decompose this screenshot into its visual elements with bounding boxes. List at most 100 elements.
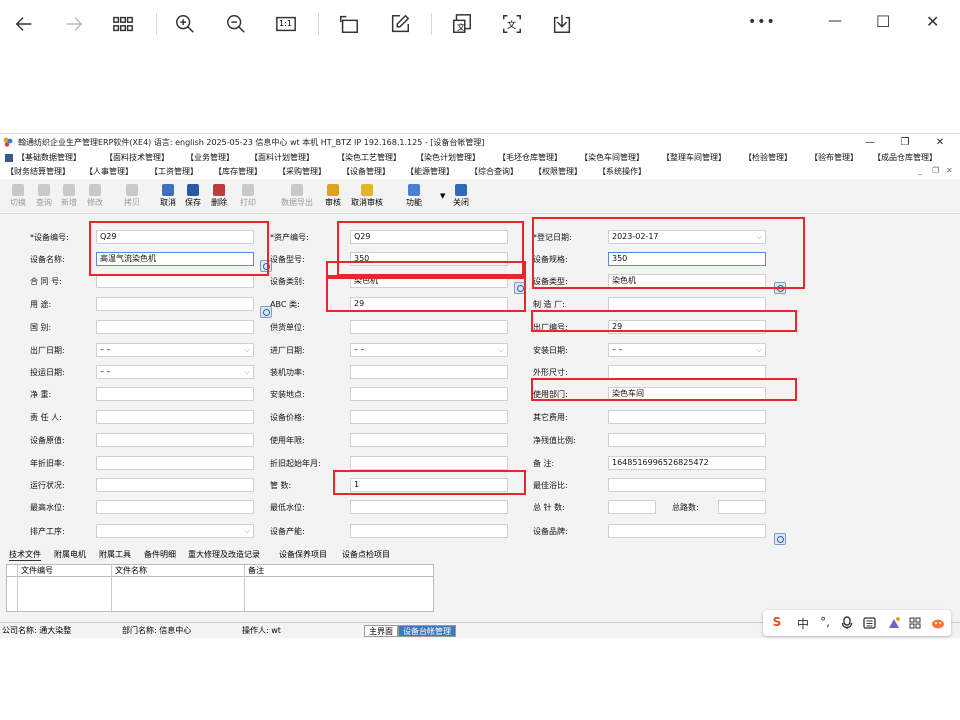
window-tab-main[interactable]: 主界面 [364, 625, 398, 637]
ime-mode-toggle[interactable]: 中 [795, 615, 811, 632]
toolbar-button[interactable]: 删除 [208, 184, 230, 208]
toolbar-button[interactable]: 查询 [33, 184, 55, 208]
mdi-close-button[interactable]: ✕ [946, 166, 953, 175]
sogou-logo-icon[interactable]: S [769, 615, 785, 629]
field-input[interactable]: Q29 [96, 230, 254, 244]
field-input[interactable] [718, 500, 766, 514]
tab-4[interactable]: 备件明细 [144, 549, 176, 560]
tab-6[interactable]: 设备保养项目 [279, 549, 327, 560]
field-input[interactable]: 350 [350, 252, 508, 266]
mdi-restore-button[interactable]: ❐ [932, 166, 939, 175]
zoom-in-icon[interactable] [172, 11, 198, 37]
field-input[interactable] [350, 433, 508, 447]
grid-col-file-name[interactable]: 文件名称 [115, 565, 147, 577]
toolbar-button[interactable]: 修改 [84, 184, 106, 208]
mdi-minimize-button[interactable]: _ [918, 166, 922, 175]
field-input[interactable]: 350 [608, 252, 766, 266]
field-input[interactable]: 29 [350, 297, 508, 311]
toolbar-button[interactable]: 数据导出 [280, 184, 314, 208]
dropdown-caret-icon[interactable]: ▼ [440, 192, 445, 200]
apps-icon[interactable] [909, 617, 921, 629]
field-input[interactable]: 29 [608, 320, 766, 334]
mic-icon[interactable] [841, 616, 853, 630]
field-input[interactable] [350, 524, 508, 538]
field-input[interactable]: ⌵ [96, 524, 254, 538]
close-icon[interactable]: ✕ [926, 12, 939, 31]
chevron-down-icon[interactable]: ⌵ [754, 232, 764, 242]
field-input[interactable] [96, 297, 254, 311]
tab-3[interactable]: 附属工具 [99, 549, 131, 560]
menu-item[interactable]: 【成品仓库管理】 [873, 151, 937, 165]
menu-item[interactable]: 【系统操作】 [598, 165, 646, 179]
field-input[interactable] [96, 320, 254, 334]
grid-col-note[interactable]: 备注 [248, 565, 264, 577]
save-icon[interactable] [549, 11, 575, 37]
window-tab-equipment[interactable]: 设备台帐管理 [398, 625, 456, 637]
field-input[interactable] [96, 500, 254, 514]
keyboard-icon[interactable] [863, 617, 876, 629]
menu-item[interactable]: 【检验管理】 [744, 151, 792, 165]
menu-item[interactable]: 【能源管理】 [406, 165, 454, 179]
field-input[interactable]: – – ⌵ [608, 343, 766, 357]
field-input[interactable] [96, 456, 254, 470]
field-input[interactable] [608, 500, 656, 514]
field-input[interactable]: 染色机 [608, 274, 766, 288]
field-input[interactable]: 染色机 [350, 274, 508, 288]
toolbar-button[interactable]: 保存 [182, 184, 204, 208]
menu-item[interactable]: 【染色车间管理】 [580, 151, 644, 165]
lookup-icon[interactable] [774, 533, 786, 545]
lookup-icon[interactable] [514, 282, 526, 294]
menu-item[interactable]: 【权限管理】 [534, 165, 582, 179]
field-input[interactable] [96, 274, 254, 288]
field-input[interactable] [96, 387, 254, 401]
field-input[interactable] [608, 297, 766, 311]
menu-item[interactable]: 【染色计划管理】 [416, 151, 480, 165]
toolbar-button[interactable]: 新增 [58, 184, 80, 208]
field-input[interactable]: – – ⌵ [350, 343, 508, 357]
field-input[interactable] [96, 410, 254, 424]
lookup-icon[interactable] [260, 306, 272, 318]
menu-item[interactable]: 【设备管理】 [342, 165, 390, 179]
actual-size-icon[interactable]: 1:1 [273, 11, 299, 37]
menu-item[interactable]: 【财务结算管理】 [6, 165, 70, 179]
menu-item[interactable]: 【库存管理】 [214, 165, 262, 179]
chevron-down-icon[interactable]: ⌵ [496, 345, 506, 355]
field-input[interactable] [350, 387, 508, 401]
field-input[interactable] [608, 410, 766, 424]
toolbar-button[interactable]: 取消 [157, 184, 179, 208]
field-input[interactable] [350, 500, 508, 514]
tab-2[interactable]: 附属电机 [54, 549, 86, 560]
ime-punct-toggle[interactable]: °, [817, 615, 833, 629]
menu-item[interactable]: 【验布管理】 [810, 151, 858, 165]
toolbar-button[interactable]: 取消审核 [350, 184, 384, 208]
menu-item[interactable]: 【人事管理】 [85, 165, 133, 179]
translate-page-icon[interactable]: 文 [449, 11, 475, 37]
toolbar-button[interactable]: 审核 [322, 184, 344, 208]
app-restore-button[interactable]: ❐ [890, 134, 920, 151]
field-input[interactable]: 染色车间 [608, 387, 766, 401]
forward-arrow-icon[interactable] [61, 11, 87, 37]
tab-5[interactable]: 重大修理及改造记录 [188, 549, 260, 560]
field-input[interactable]: 1 [350, 478, 508, 492]
field-input[interactable]: 2023-02-17 ⌵ [608, 230, 766, 244]
translate-text-icon[interactable]: 文 [499, 11, 525, 37]
back-arrow-icon[interactable] [11, 11, 37, 37]
field-input[interactable]: Q29 [350, 230, 508, 244]
maximize-icon[interactable]: ☐ [876, 12, 890, 31]
field-input[interactable]: – – ⌵ [96, 343, 254, 357]
field-input[interactable] [608, 433, 766, 447]
toolbar-button[interactable]: 打印 [237, 184, 259, 208]
field-input[interactable] [350, 320, 508, 334]
app-minimize-button[interactable]: — [855, 134, 885, 151]
toolbar-button[interactable]: 切换 [7, 184, 29, 208]
zoom-out-icon[interactable] [223, 11, 249, 37]
lookup-icon[interactable] [260, 260, 272, 272]
more-icon[interactable]: ••• [748, 14, 776, 30]
field-input[interactable]: 1648516996526825472 [608, 456, 766, 470]
chevron-down-icon[interactable]: ⌵ [242, 367, 252, 377]
menu-item[interactable]: 【面料计划管理】 [250, 151, 314, 165]
toolbar-button[interactable]: 关闭 [450, 184, 472, 208]
menu-item[interactable]: 【采购管理】 [278, 165, 326, 179]
menu-item[interactable]: 【基础数据管理】 [17, 151, 81, 165]
menu-item[interactable]: 【综合查询】 [470, 165, 518, 179]
